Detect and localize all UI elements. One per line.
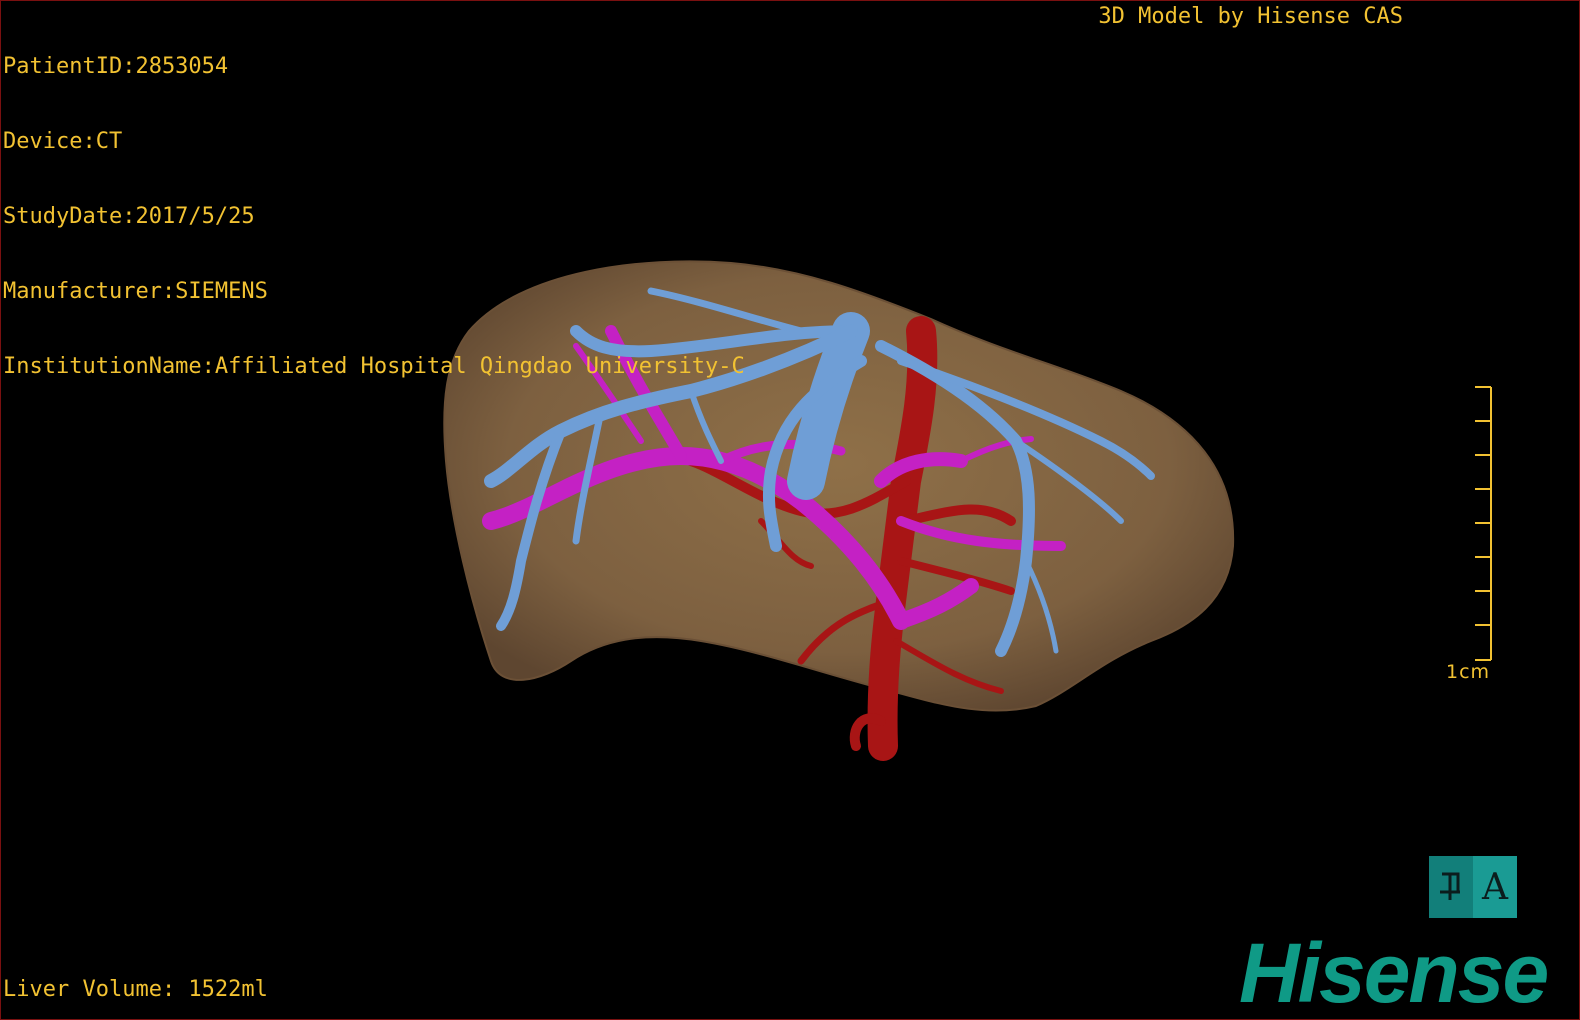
institution-name: InstitutionName:Affiliated Hospital Qing… xyxy=(3,354,745,379)
flip-icon[interactable] xyxy=(1429,856,1473,918)
manufacturer: Manufacturer:SIEMENS xyxy=(3,279,268,304)
scale-label: 1cm xyxy=(1446,661,1491,683)
study-info: PatientID:2853054 Device:CT StudyDate:20… xyxy=(3,4,745,429)
model-credit: 3D Model by Hisense CAS xyxy=(1098,4,1403,29)
scale-bar xyxy=(1475,386,1492,661)
anterior-view-label[interactable]: A xyxy=(1473,856,1517,918)
view-toggle-button[interactable]: A xyxy=(1429,856,1517,918)
study-date: StudyDate:2017/5/25 xyxy=(3,204,255,229)
patient-id: PatientID:2853054 xyxy=(3,54,229,79)
3d-viewport[interactable]: PatientID:2853054 Device:CT StudyDate:20… xyxy=(0,0,1580,1020)
device: Device:CT xyxy=(3,129,123,154)
hisense-logo: Hisense xyxy=(1239,926,1549,1020)
liver-volume: Liver Volume: 1522ml xyxy=(3,977,268,1002)
